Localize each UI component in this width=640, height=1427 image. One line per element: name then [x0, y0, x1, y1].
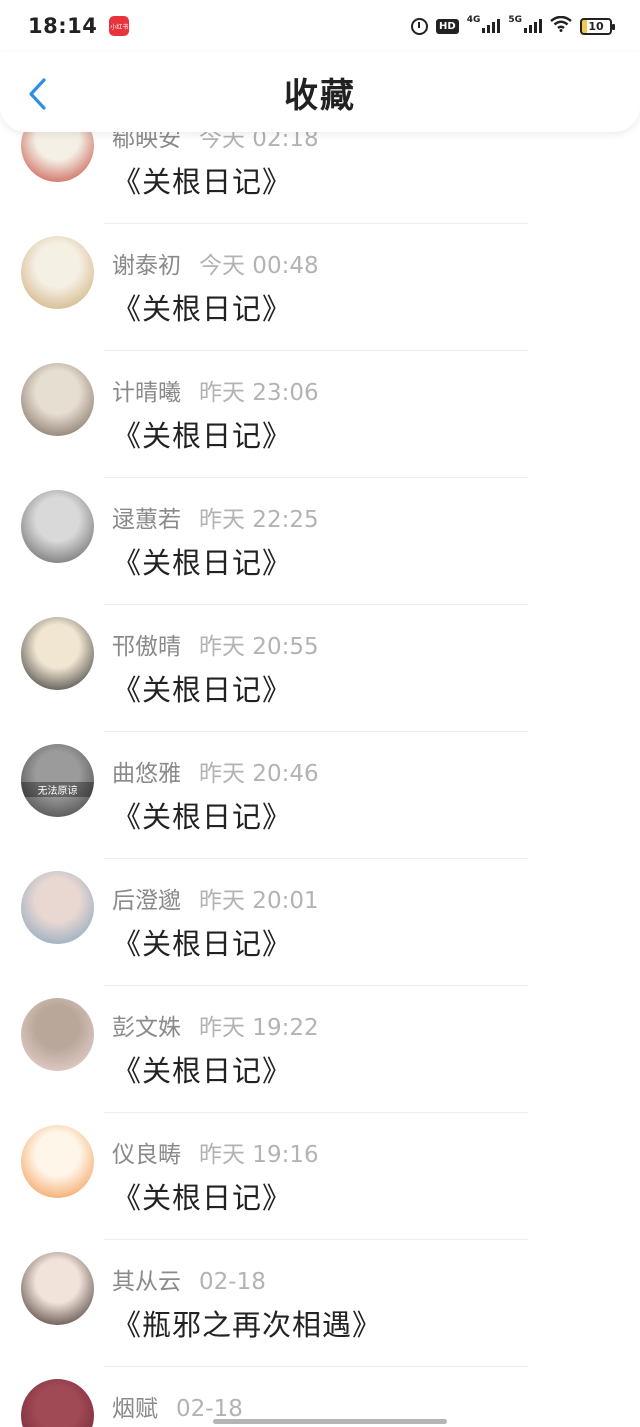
- user-name[interactable]: 邗傲晴: [112, 627, 181, 661]
- post-time: 昨天 20:01: [199, 888, 319, 914]
- back-button[interactable]: [22, 76, 52, 112]
- favorites-list[interactable]: 郗映安 今天 02:18 《关根日记》 谢泰初 今天 00:48 《关根日记》 计晴曦 昨天 …: [0, 112, 640, 1427]
- item-meta: 烟赋 02-18: [112, 1389, 243, 1423]
- avatar[interactable]: [21, 363, 94, 436]
- post-title[interactable]: 《关根日记》: [112, 921, 292, 963]
- list-item[interactable]: 彭文姝 昨天 19:22 《关根日记》: [0, 986, 640, 1113]
- header: 收藏: [0, 52, 640, 132]
- item-meta: 仪良畴 昨天 19:16: [112, 1135, 319, 1169]
- status-time: 18:14: [28, 14, 98, 38]
- user-name[interactable]: 谢泰初: [112, 246, 181, 280]
- avatar[interactable]: [21, 617, 94, 690]
- item-meta: 邗傲晴 昨天 20:55: [112, 627, 319, 661]
- list-item[interactable]: 谢泰初 今天 00:48 《关根日记》: [0, 224, 640, 351]
- app-badge-icon: 小红书: [109, 16, 130, 36]
- avatar[interactable]: [21, 490, 94, 563]
- page-title: 收藏: [284, 75, 356, 116]
- post-title[interactable]: 《关根日记》: [112, 540, 292, 582]
- list-item[interactable]: 无法原谅 曲悠雅 昨天 20:46 《关根日记》: [0, 732, 640, 859]
- item-meta: 曲悠雅 昨天 20:46: [112, 754, 319, 788]
- post-time: 昨天 22:25: [199, 507, 319, 533]
- list-item[interactable]: 计晴曦 昨天 23:06 《关根日记》: [0, 351, 640, 478]
- post-title[interactable]: 《瓶邪之再次相遇》: [112, 1302, 382, 1344]
- post-title[interactable]: 《关根日记》: [112, 1175, 292, 1217]
- network-4g-label: 4G: [466, 15, 481, 25]
- post-title[interactable]: 《关根日记》: [112, 667, 292, 709]
- post-title[interactable]: 《关根日记》: [112, 1048, 292, 1090]
- avatar[interactable]: 无法原谅: [21, 744, 94, 817]
- signal-5g-icon: [524, 19, 542, 33]
- chevron-left-icon: [29, 78, 46, 110]
- list-item[interactable]: 邗傲晴 昨天 20:55 《关根日记》: [0, 605, 640, 732]
- avatar[interactable]: [21, 998, 94, 1071]
- list-item[interactable]: 逯蕙若 昨天 22:25 《关根日记》: [0, 478, 640, 605]
- post-title[interactable]: 《关根日记》: [112, 413, 292, 455]
- user-name[interactable]: 仪良畴: [112, 1135, 181, 1169]
- avatar[interactable]: [21, 1252, 94, 1325]
- post-time: 今天 00:48: [199, 253, 319, 279]
- post-time: 昨天 23:06: [199, 380, 319, 406]
- avatar[interactable]: [21, 1379, 94, 1427]
- avatar[interactable]: [21, 871, 94, 944]
- post-time: 昨天 20:46: [199, 761, 319, 787]
- battery-icon: 10: [580, 17, 615, 35]
- home-indicator[interactable]: [213, 1419, 447, 1424]
- post-time: 昨天 19:16: [199, 1142, 319, 1168]
- item-meta: 其从云 02-18: [112, 1262, 266, 1296]
- wifi-icon: [550, 15, 572, 37]
- item-meta: 后澄邈 昨天 20:01: [112, 881, 319, 915]
- list-item[interactable]: 其从云 02-18 《瓶邪之再次相遇》: [0, 1240, 640, 1367]
- status-icons: HD 4G 5G 10: [411, 15, 615, 37]
- item-meta: 彭文姝 昨天 19:22: [112, 1008, 319, 1042]
- user-name[interactable]: 曲悠雅: [112, 754, 181, 788]
- list-item[interactable]: 仪良畴 昨天 19:16 《关根日记》: [0, 1113, 640, 1240]
- post-time: 昨天 19:22: [199, 1015, 319, 1041]
- list-item[interactable]: 后澄邈 昨天 20:01 《关根日记》: [0, 859, 640, 986]
- item-meta: 谢泰初 今天 00:48: [112, 246, 319, 280]
- user-name[interactable]: 烟赋: [112, 1389, 158, 1423]
- signal-4g-icon: [482, 19, 501, 33]
- user-name[interactable]: 彭文姝: [112, 1008, 181, 1042]
- avatar[interactable]: [21, 236, 94, 309]
- status-bar: 18:14 小红书 HD 4G 5G 10: [0, 0, 640, 52]
- user-name[interactable]: 逯蕙若: [112, 500, 181, 534]
- user-name[interactable]: 后澄邈: [112, 881, 181, 915]
- post-title[interactable]: 《关根日记》: [112, 286, 292, 328]
- hd-icon: HD: [436, 18, 459, 34]
- post-title[interactable]: 《关根日记》: [112, 794, 292, 836]
- user-name[interactable]: 计晴曦: [112, 373, 181, 407]
- avatar-caption: 无法原谅: [21, 782, 94, 797]
- list-item[interactable]: 烟赋 02-18: [0, 1367, 640, 1427]
- user-name[interactable]: 其从云: [112, 1262, 181, 1296]
- avatar[interactable]: [21, 1125, 94, 1198]
- item-meta: 逯蕙若 昨天 22:25: [112, 500, 319, 534]
- network-5g-label: 5G: [508, 15, 522, 25]
- alarm-icon: [411, 17, 429, 35]
- item-meta: 计晴曦 昨天 23:06: [112, 373, 319, 407]
- post-time: 昨天 20:55: [199, 634, 319, 660]
- post-time: 02-18: [199, 1269, 266, 1295]
- post-title[interactable]: 《关根日记》: [112, 159, 292, 201]
